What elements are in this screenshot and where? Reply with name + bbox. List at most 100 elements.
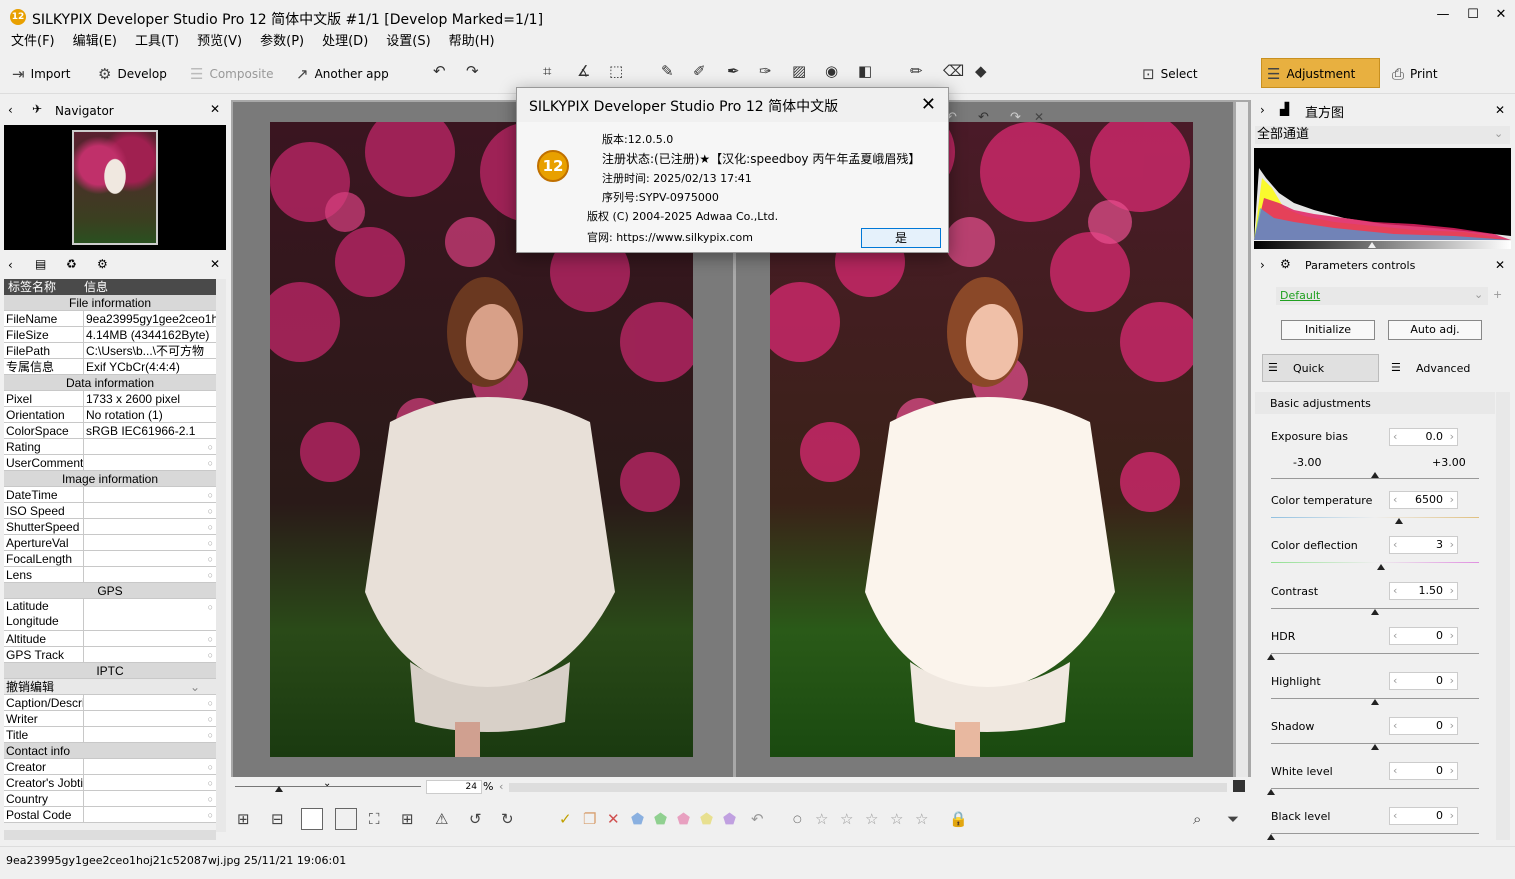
- table-row[interactable]: FocalLength ○: [4, 551, 216, 567]
- fit-icon[interactable]: [1233, 780, 1245, 792]
- redo-small-icon[interactable]: ↷: [1010, 110, 1021, 125]
- ok-button[interactable]: 是: [861, 228, 941, 248]
- rotate-angle-icon[interactable]: ∡: [577, 62, 590, 80]
- yellow-label-icon[interactable]: ⬟: [700, 812, 713, 827]
- filmstrip-view-icon[interactable]: ⊟: [271, 812, 284, 827]
- params-scrollbar[interactable]: [1496, 392, 1510, 840]
- develop-button[interactable]: ⚙ Develop: [98, 62, 167, 86]
- chevron-down-icon[interactable]: ⌄: [323, 778, 331, 789]
- blue-label-icon[interactable]: ⬟: [631, 812, 644, 827]
- channel-dropdown-icon[interactable]: ⌄: [1494, 127, 1503, 140]
- grid-view-icon[interactable]: ⊞: [237, 812, 250, 827]
- contrast-input[interactable]: ‹ 1.50 ›: [1389, 582, 1458, 600]
- colordef-input[interactable]: ‹ 3 ›: [1389, 536, 1458, 554]
- composite-button[interactable]: ☰ Composite: [190, 62, 274, 86]
- close-compare-icon[interactable]: ✕: [1034, 110, 1044, 124]
- minimize-icon[interactable]: —: [1428, 4, 1458, 26]
- pencil-icon[interactable]: ✏: [910, 62, 923, 80]
- preset-dropdown-icon[interactable]: ⌄: [1474, 288, 1483, 301]
- black-input[interactable]: ‹ 0 ›: [1389, 807, 1458, 825]
- spot-tool-icon[interactable]: ✎: [661, 62, 674, 80]
- gradient-tool-icon[interactable]: ▨: [792, 62, 806, 80]
- table-row[interactable]: GPS Track ○: [4, 647, 216, 663]
- dialog-website[interactable]: 官网: https://www.silkypix.com: [587, 229, 753, 245]
- menu-file[interactable]: 文件(F): [4, 32, 62, 52]
- star-1-icon[interactable]: ☆: [815, 812, 828, 827]
- star-5-icon[interactable]: ☆: [915, 812, 928, 827]
- green-label-icon[interactable]: ⬟: [654, 812, 667, 827]
- table-row[interactable]: ISO Speed ○: [4, 503, 216, 519]
- menu-process[interactable]: 处理(D): [315, 32, 375, 52]
- compare-view-icon[interactable]: [335, 808, 357, 830]
- colortemp-thumb[interactable]: [1395, 518, 1403, 524]
- collapse-icon[interactable]: ‹: [8, 103, 13, 117]
- menu-preview[interactable]: 预览(V): [190, 32, 249, 52]
- table-row[interactable]: Caption/Descri ○: [4, 695, 216, 711]
- highlight-thumb[interactable]: [1371, 699, 1379, 705]
- info-scrollbar[interactable]: [216, 279, 226, 832]
- rotate-left-icon[interactable]: ↺: [469, 812, 482, 827]
- sync-icon[interactable]: ♻: [66, 257, 77, 271]
- main-scrollbar[interactable]: [1236, 102, 1248, 777]
- hdr-slider[interactable]: [1271, 653, 1479, 654]
- radial-tool-icon[interactable]: ◉: [825, 62, 838, 80]
- auto-adj-button[interactable]: Auto adj.: [1388, 320, 1482, 340]
- loupe-grid-icon[interactable]: ⊞: [401, 812, 414, 827]
- channel-select[interactable]: 全部通道: [1255, 126, 1510, 144]
- close-info-icon[interactable]: ✕: [210, 257, 220, 271]
- white-input[interactable]: ‹ 0 ›: [1389, 762, 1458, 780]
- table-row[interactable]: ShutterSpeed ○: [4, 519, 216, 535]
- adjustment-tab[interactable]: ☰ Adjustment: [1267, 62, 1355, 86]
- add-preset-icon[interactable]: +: [1493, 288, 1502, 301]
- crop-icon[interactable]: ⌗: [543, 62, 551, 80]
- zoom-input[interactable]: 24: [426, 780, 482, 794]
- single-view-icon[interactable]: [301, 808, 323, 830]
- fullscreen-icon[interactable]: ⛶: [369, 812, 380, 827]
- highlight-input[interactable]: ‹ 0 ›: [1389, 672, 1458, 690]
- brush-tool-icon[interactable]: ✐: [693, 62, 706, 80]
- pink-label-icon[interactable]: ⬟: [677, 812, 690, 827]
- colortemp-slider[interactable]: [1271, 517, 1479, 518]
- comment-icon[interactable]: ▤: [35, 257, 46, 271]
- table-row[interactable]: Postal Code ○: [4, 807, 216, 823]
- transform-icon[interactable]: ⬚: [609, 62, 623, 80]
- no-rating-icon[interactable]: ○: [793, 812, 802, 827]
- zoom-search-icon[interactable]: ⌕: [1193, 812, 1201, 827]
- eraser-icon[interactable]: ⌫: [943, 62, 964, 80]
- colordef-slider[interactable]: [1271, 562, 1479, 563]
- table-row[interactable]: Creator ○: [4, 759, 216, 775]
- colortemp-input[interactable]: ‹ 6500 ›: [1389, 491, 1458, 509]
- white-thumb[interactable]: [1267, 789, 1275, 795]
- star-4-icon[interactable]: ☆: [890, 812, 903, 827]
- select-button[interactable]: ⊡ Select: [1142, 62, 1198, 86]
- histogram-marker[interactable]: [1368, 242, 1376, 248]
- horizontal-scrollbar[interactable]: [509, 783, 1227, 792]
- undo-rating-icon[interactable]: ↶: [751, 812, 764, 827]
- purple-label-icon[interactable]: ⬟: [723, 812, 736, 827]
- table-row[interactable]: Country ○: [4, 791, 216, 807]
- expand-histogram-icon[interactable]: ›: [1260, 103, 1265, 117]
- preset-select[interactable]: Default: [1276, 287, 1488, 305]
- star-3-icon[interactable]: ☆: [865, 812, 878, 827]
- star-2-icon[interactable]: ☆: [840, 812, 853, 827]
- black-thumb[interactable]: [1267, 834, 1275, 840]
- exposure-slider[interactable]: [1271, 478, 1479, 479]
- table-row[interactable]: ApertureVal ○: [4, 535, 216, 551]
- white-slider[interactable]: [1271, 788, 1479, 789]
- info-hscrollbar[interactable]: [4, 830, 216, 840]
- reject-icon[interactable]: ✕: [607, 812, 620, 827]
- warning-icon[interactable]: ⚠: [435, 812, 448, 827]
- black-slider[interactable]: [1271, 833, 1479, 834]
- close-navigator-icon[interactable]: ✕: [210, 102, 220, 116]
- initialize-button[interactable]: Initialize: [1281, 320, 1375, 340]
- pen-tool-icon[interactable]: ✒: [727, 62, 740, 80]
- colordef-thumb[interactable]: [1377, 564, 1385, 570]
- dropper-tool-icon[interactable]: ✑: [759, 62, 772, 80]
- table-row[interactable]: Rating ○: [4, 439, 216, 455]
- navigator-thumbnail[interactable]: [72, 130, 158, 245]
- table-row[interactable]: Latitude Longitude ○: [4, 599, 216, 631]
- menu-edit[interactable]: 编辑(E): [66, 32, 124, 52]
- table-row[interactable]: Lens ○: [4, 567, 216, 583]
- shadow-thumb[interactable]: [1371, 744, 1379, 750]
- undo-icon[interactable]: ↶: [433, 62, 446, 80]
